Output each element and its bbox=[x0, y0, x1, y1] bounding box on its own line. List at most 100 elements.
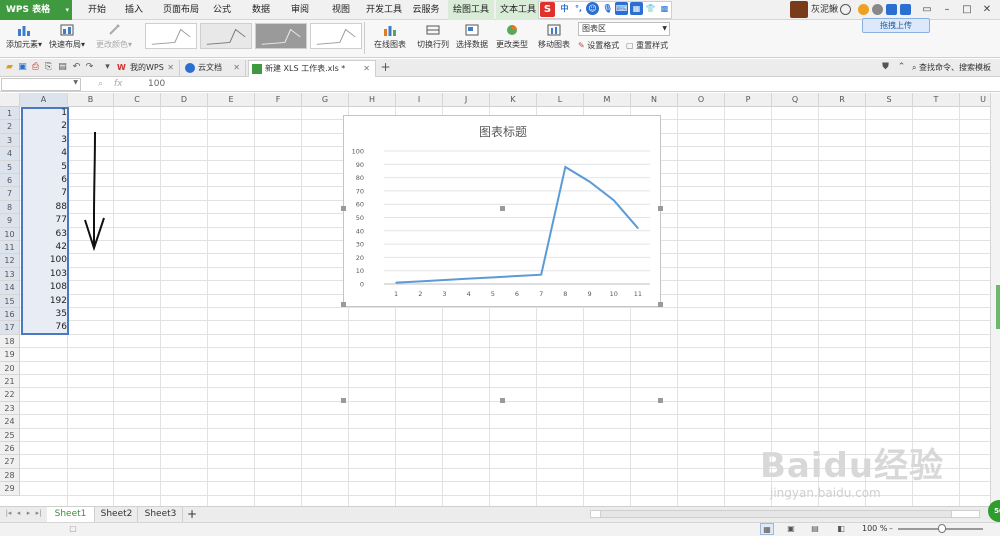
microphone-icon[interactable]: 🎙 bbox=[601, 2, 614, 15]
cell-a[interactable]: 4 bbox=[21, 147, 67, 160]
chart-style-thumb-4[interactable] bbox=[310, 23, 362, 49]
menu-item-review[interactable]: 审阅 bbox=[285, 0, 315, 20]
menu-item-cloud-service[interactable]: 云服务 bbox=[408, 0, 444, 20]
keyboard-icon[interactable]: ⌨ bbox=[615, 2, 628, 15]
cell-a[interactable]: 103 bbox=[21, 268, 67, 281]
user-name[interactable]: 灰泥鳅 bbox=[811, 0, 838, 20]
sheet-tab-2[interactable]: Sheet2 bbox=[96, 507, 138, 522]
add-element-button[interactable]: 添加元素▾ bbox=[4, 24, 44, 50]
search-command[interactable]: ⌕ 查找命令、搜索模板 bbox=[912, 59, 991, 77]
clock-icon[interactable] bbox=[840, 4, 851, 15]
cell-a[interactable]: 88 bbox=[21, 201, 67, 214]
punctuation-icon[interactable]: °, bbox=[572, 2, 585, 15]
close-tab-icon[interactable]: ✕ bbox=[233, 60, 240, 76]
reset-style-button[interactable]: ▢ 重置样式 bbox=[626, 40, 674, 51]
resize-handle[interactable] bbox=[658, 302, 663, 307]
name-box[interactable]: ▼ bbox=[1, 78, 81, 91]
quick-layout-button[interactable]: 快速布局▾ bbox=[46, 24, 88, 50]
next-sheet-icon[interactable]: ▸ bbox=[24, 509, 33, 517]
minimize-icon[interactable]: – bbox=[938, 0, 956, 20]
switch-row-col-button[interactable]: 切换行列 bbox=[413, 24, 453, 50]
settings-icon[interactable] bbox=[872, 4, 883, 15]
status-icon[interactable]: ▢ bbox=[66, 523, 80, 535]
avatar[interactable] bbox=[790, 1, 808, 18]
chart-element-select[interactable]: 图表区 ▼ bbox=[578, 22, 670, 36]
resize-handle[interactable] bbox=[341, 206, 346, 211]
save-icon[interactable]: ▣ bbox=[17, 62, 28, 73]
menu-item-drawing-tools[interactable]: 绘图工具 bbox=[448, 0, 494, 20]
menu-item-view[interactable]: 视图 bbox=[326, 0, 356, 20]
chart-style-thumb-2[interactable] bbox=[200, 23, 252, 49]
gallery-scroll[interactable] bbox=[364, 22, 372, 54]
move-chart-button[interactable]: 移动图表 bbox=[536, 24, 572, 50]
resize-handle[interactable] bbox=[341, 302, 346, 307]
menu-item-dev-tools[interactable]: 开发工具 bbox=[363, 0, 405, 20]
help-icon[interactable] bbox=[900, 4, 911, 15]
online-chart-button[interactable]: 在线图表 bbox=[372, 24, 408, 50]
cell-a[interactable]: 42 bbox=[21, 241, 67, 254]
fx-button[interactable]: fx bbox=[114, 79, 123, 89]
formula-input[interactable]: 100 bbox=[148, 77, 165, 92]
sogou-icon[interactable]: S bbox=[540, 2, 555, 17]
cell-a[interactable]: 35 bbox=[21, 308, 67, 321]
skin-icon[interactable] bbox=[858, 4, 869, 15]
horizontal-scroll-thumb[interactable] bbox=[600, 510, 952, 518]
page-break-view-button[interactable]: ▤ bbox=[808, 523, 822, 535]
cell-a[interactable]: 5 bbox=[21, 161, 67, 174]
menu-item-formula[interactable]: 公式 bbox=[207, 0, 237, 20]
prev-sheet-icon[interactable]: ◂ bbox=[14, 509, 23, 517]
cell-a[interactable]: 2 bbox=[21, 120, 67, 133]
menu-item-home[interactable]: 开始 bbox=[80, 0, 114, 20]
close-icon[interactable]: ✕ bbox=[978, 0, 996, 20]
cell-a[interactable]: 63 bbox=[21, 228, 67, 241]
skin-icon[interactable]: 👕 bbox=[644, 2, 657, 15]
resize-handle[interactable] bbox=[658, 398, 663, 403]
grid-menu-icon[interactable]: ▩ bbox=[658, 2, 671, 15]
zoom-out-icon[interactable]: – bbox=[884, 523, 898, 535]
cell-a[interactable]: 3 bbox=[21, 134, 67, 147]
change-type-button[interactable]: 更改类型 bbox=[494, 24, 530, 50]
page-layout-view-button[interactable]: ▣ bbox=[784, 523, 798, 535]
cell-a[interactable]: 77 bbox=[21, 214, 67, 227]
app-menu-button[interactable]: WPS 表格 ▾ bbox=[0, 0, 72, 20]
tab-my-wps[interactable]: W 我的WPS ✕ bbox=[114, 60, 180, 77]
menu-item-page-layout[interactable]: 页面布局 bbox=[157, 0, 205, 20]
restore-icon[interactable]: ▭ bbox=[918, 0, 936, 20]
new-tab-button[interactable]: + bbox=[380, 61, 391, 73]
tab-workbook[interactable]: 新建 XLS 工作表.xls * ✕ bbox=[248, 60, 376, 77]
last-sheet-icon[interactable]: ▸| bbox=[34, 509, 43, 517]
toolbox-icon[interactable]: ▦ bbox=[630, 2, 643, 15]
cell-a[interactable]: 6 bbox=[21, 174, 67, 187]
menu-item-data[interactable]: 数据 bbox=[246, 0, 276, 20]
chart-object[interactable]: 图表标题 0 10 20 30 40 50 60 70 80 90 100 1 2 3 4 5 6 7 8 9 10 1… bbox=[343, 115, 661, 307]
undo-icon[interactable]: ↶ bbox=[71, 62, 82, 73]
cell-a[interactable]: 192 bbox=[21, 295, 67, 308]
emoji-icon[interactable]: ☺ bbox=[586, 2, 599, 15]
select-data-button[interactable]: 选择数据 bbox=[452, 24, 492, 50]
reading-mode-button[interactable]: ◧ bbox=[834, 523, 848, 535]
menu-item-insert[interactable]: 插入 bbox=[117, 0, 151, 20]
feedback-icon[interactable] bbox=[886, 4, 897, 15]
add-sheet-button[interactable]: + bbox=[184, 507, 200, 522]
close-tab-icon[interactable]: ✕ bbox=[363, 61, 370, 77]
export-pdf-icon[interactable]: ⎙ bbox=[30, 62, 41, 73]
cell-a[interactable]: 76 bbox=[21, 321, 67, 334]
zoom-icon[interactable]: ⌕ bbox=[98, 79, 103, 89]
zoom-slider-thumb[interactable] bbox=[938, 524, 946, 533]
upload-button[interactable]: 拖拽上传 bbox=[862, 18, 930, 33]
normal-view-button[interactable]: ▦ bbox=[760, 523, 774, 535]
cell-a[interactable]: 1 bbox=[21, 107, 67, 120]
tab-cloud-docs[interactable]: 云文档 ✕ bbox=[182, 60, 246, 77]
cell-a[interactable]: 108 bbox=[21, 281, 67, 294]
side-panel-tab[interactable] bbox=[996, 285, 1000, 329]
resize-handle[interactable] bbox=[500, 206, 505, 211]
chart-style-thumb-3[interactable] bbox=[255, 23, 307, 49]
chinese-mode-icon[interactable]: 中 bbox=[558, 2, 571, 15]
open-folder-icon[interactable]: ▰ bbox=[4, 62, 15, 73]
print-icon[interactable]: ⎘ bbox=[43, 62, 54, 73]
redo-icon[interactable]: ↷ bbox=[84, 62, 95, 73]
sheet-tab-3[interactable]: Sheet3 bbox=[139, 507, 183, 522]
resize-handle[interactable] bbox=[500, 398, 505, 403]
resize-handle[interactable] bbox=[341, 398, 346, 403]
collapse-icon[interactable]: ⌃ bbox=[896, 62, 907, 73]
